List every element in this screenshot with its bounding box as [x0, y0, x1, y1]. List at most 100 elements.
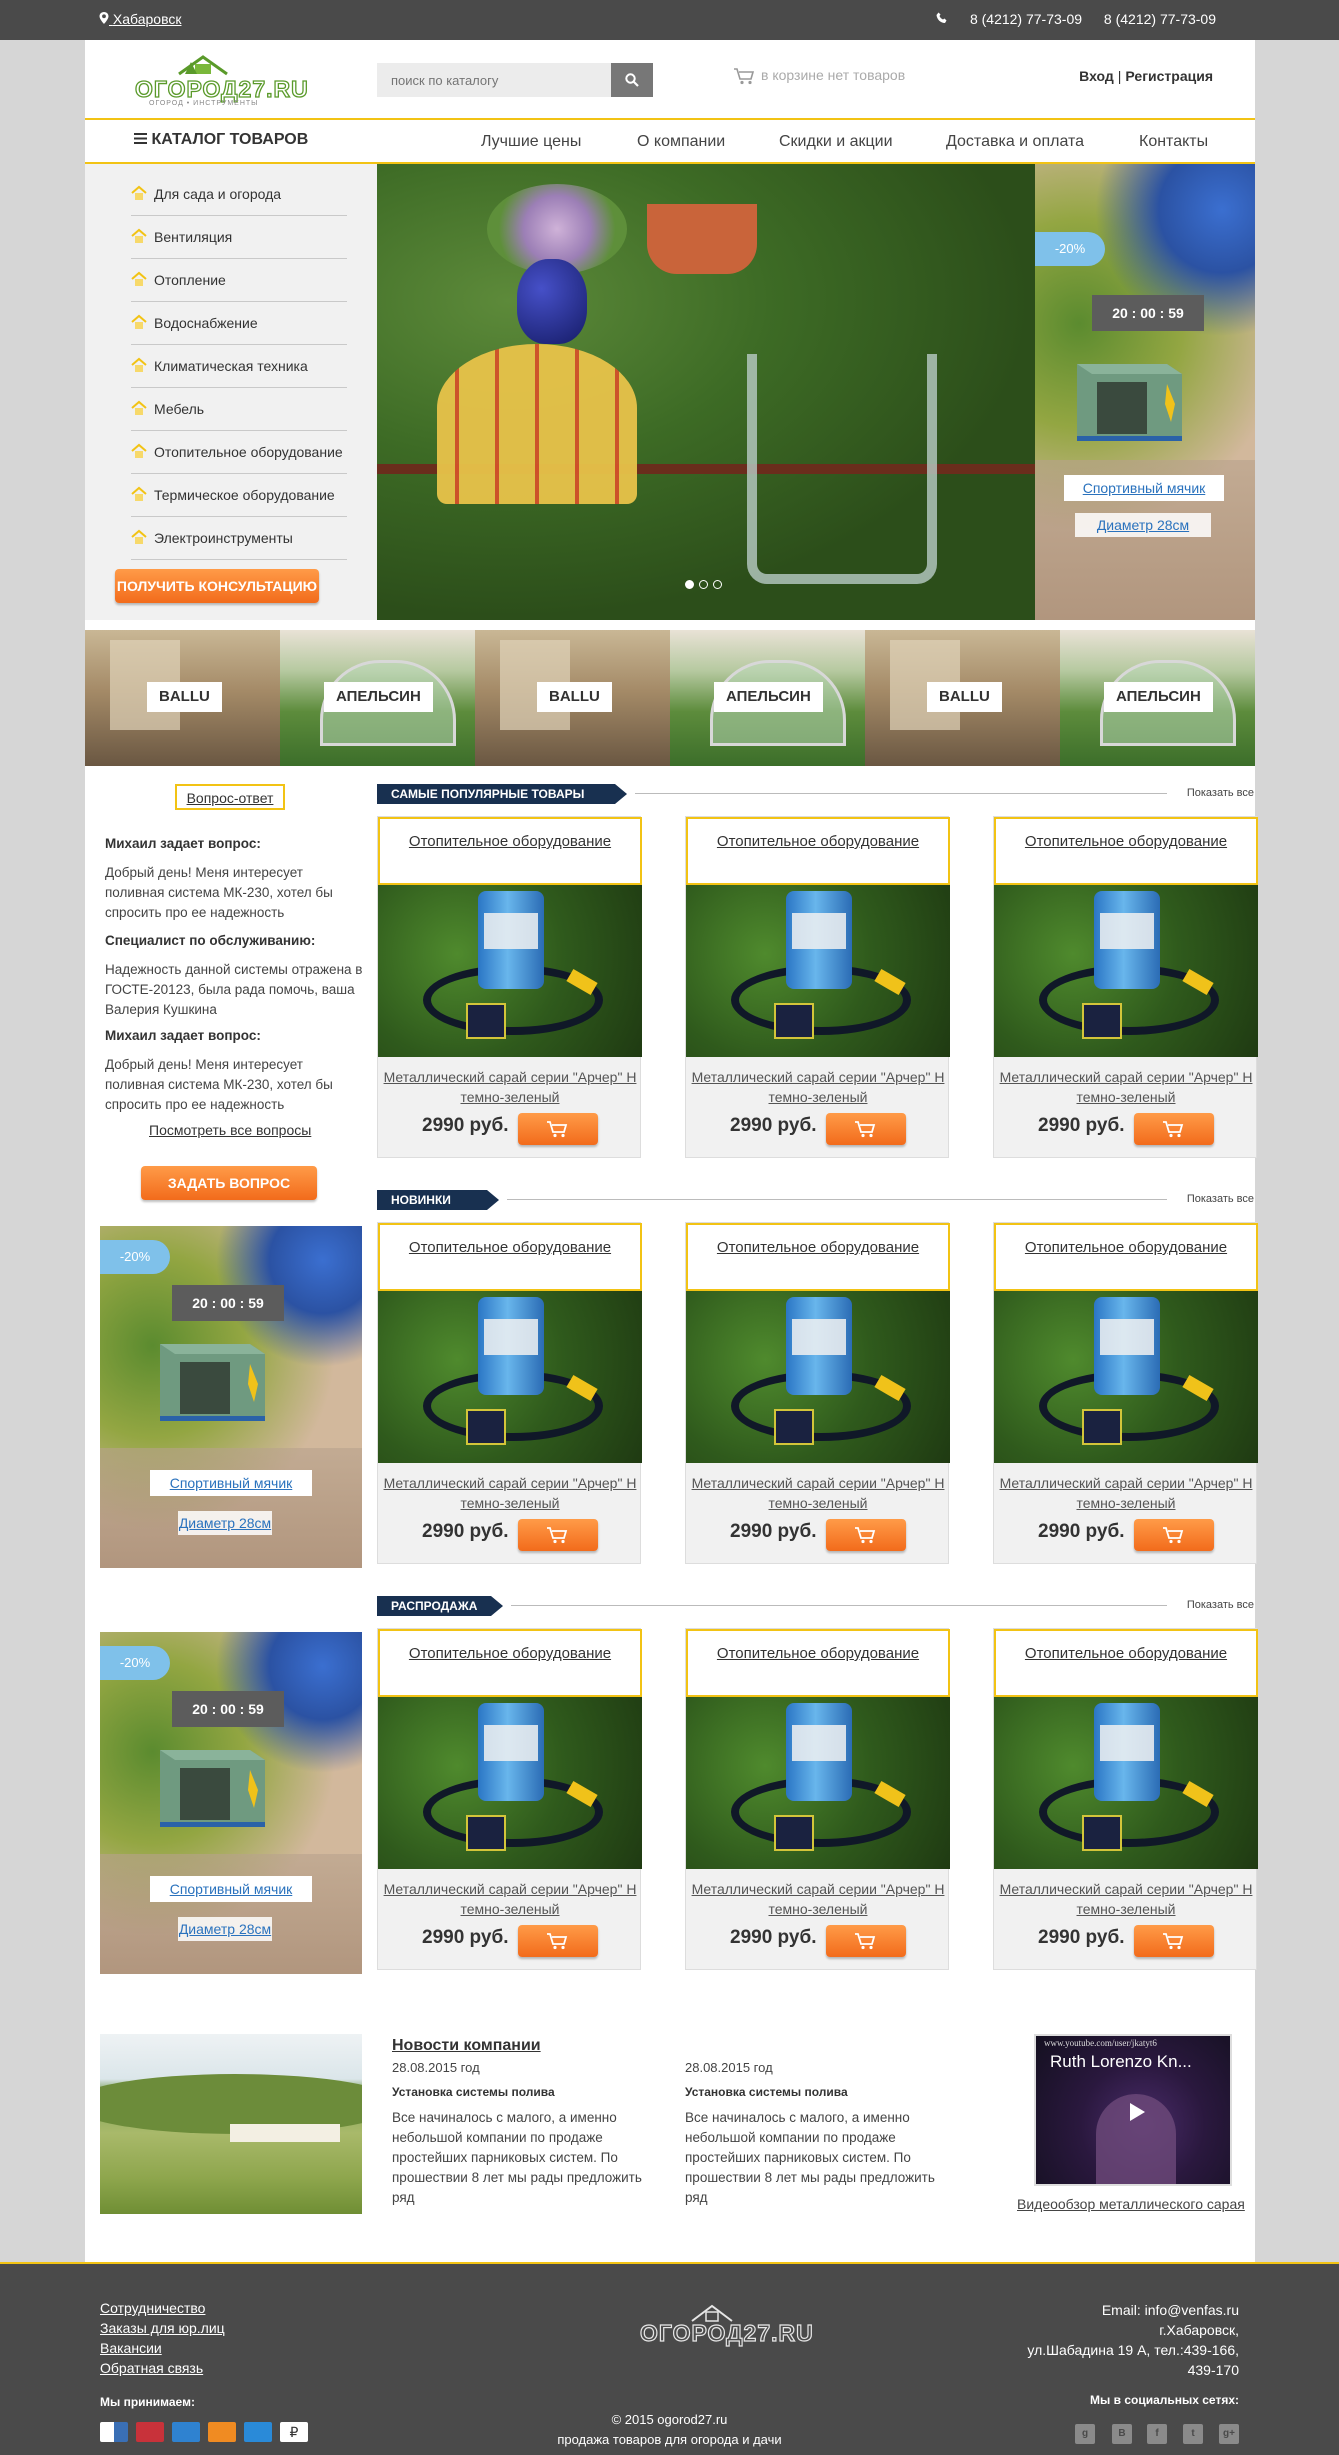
vkontakte-icon[interactable]: В: [1112, 2424, 1132, 2444]
promo-product-label[interactable]: Спортивный мячик: [150, 1876, 312, 1902]
catalog-menu-button[interactable]: КАТАЛОГ ТОВАРОВ: [134, 131, 308, 149]
product-card[interactable]: Отопительное оборудование Металлический с…: [993, 1222, 1258, 1564]
product-card[interactable]: Отопительное оборудование Металлический с…: [377, 816, 642, 1158]
product-category[interactable]: Отопительное оборудование: [378, 1223, 642, 1291]
add-to-cart-button[interactable]: [1134, 1519, 1214, 1551]
product-image[interactable]: [686, 1291, 950, 1463]
product-category[interactable]: Отопительное оборудование: [378, 1629, 642, 1697]
product-category[interactable]: Отопительное оборудование: [686, 1629, 950, 1697]
city-name[interactable]: Хабаровск: [113, 11, 182, 27]
google-plus-icon[interactable]: g+: [1219, 2424, 1239, 2444]
brand-tile[interactable]: BALLU: [865, 630, 1060, 766]
twitter-icon[interactable]: t: [1183, 2424, 1203, 2444]
promo-card[interactable]: -20% 20 : 00 : 59 Спортивный мячик Диаме…: [100, 1632, 362, 1974]
nav-item-about[interactable]: О компании: [637, 133, 725, 151]
promo-diameter-label[interactable]: Диаметр 28см: [178, 1917, 272, 1941]
show-all-link[interactable]: Показать все: [1187, 1193, 1254, 1205]
promo-card[interactable]: -20% 20 : 00 : 59 Спортивный мячик Диаме…: [1035, 164, 1255, 620]
nav-item-contacts[interactable]: Контакты: [1139, 133, 1208, 151]
phone-1[interactable]: 8 (4212) 77-73-09: [970, 11, 1082, 27]
product-name[interactable]: Металлический сарай серии "Арчер" Н темн…: [994, 1879, 1258, 1919]
promo-product-label[interactable]: Спортивный мячик: [150, 1470, 312, 1496]
play-icon[interactable]: [1122, 2098, 1150, 2126]
search-input[interactable]: [377, 63, 611, 97]
product-category[interactable]: Отопительное оборудование: [686, 1223, 950, 1291]
show-all-link[interactable]: Показать все: [1187, 787, 1254, 799]
add-to-cart-button[interactable]: [1134, 1925, 1214, 1957]
all-questions-link[interactable]: Посмотреть все вопросы: [149, 1122, 311, 1138]
product-image[interactable]: [994, 1291, 1258, 1463]
promo-diameter-label[interactable]: Диаметр 28см: [1075, 513, 1211, 537]
product-category[interactable]: Отопительное оборудование: [378, 817, 642, 885]
nav-item-delivery[interactable]: Доставка и оплата: [946, 133, 1084, 151]
news-headline[interactable]: Установка системы полива: [392, 2085, 657, 2099]
add-to-cart-button[interactable]: [1134, 1113, 1214, 1145]
brand-tile[interactable]: АПЕЛЬСИН: [1060, 630, 1255, 766]
news-headline[interactable]: Установка системы полива: [685, 2085, 950, 2099]
add-to-cart-button[interactable]: [518, 1925, 598, 1957]
product-category[interactable]: Отопительное оборудование: [994, 817, 1258, 885]
add-to-cart-button[interactable]: [826, 1519, 906, 1551]
consultation-button[interactable]: ПОЛУЧИТЬ КОНСУЛЬТАЦИЮ: [115, 569, 319, 603]
product-card[interactable]: Отопительное оборудование Металлический с…: [377, 1222, 642, 1564]
product-image[interactable]: [994, 1697, 1258, 1869]
brand-tile[interactable]: АПЕЛЬСИН: [670, 630, 865, 766]
product-image[interactable]: [994, 885, 1258, 1057]
product-image[interactable]: [686, 1697, 950, 1869]
product-card[interactable]: Отопительное оборудование Металлический с…: [993, 816, 1258, 1158]
add-to-cart-button[interactable]: [826, 1925, 906, 1957]
nav-item-discounts[interactable]: Скидки и акции: [779, 133, 893, 151]
news-title[interactable]: Новости компании: [392, 2037, 541, 2055]
product-image[interactable]: [378, 1697, 642, 1869]
category-item[interactable]: Отопление: [131, 259, 347, 302]
footer-email[interactable]: Email: info@venfas.ru: [1027, 2300, 1239, 2320]
video-caption[interactable]: Видеообзор металлического сарая: [1017, 2196, 1245, 2212]
qa-title[interactable]: Вопрос-ответ: [175, 784, 285, 810]
product-image[interactable]: [378, 1291, 642, 1463]
hero-slider[interactable]: [377, 164, 1035, 620]
footer-link-vacancies[interactable]: Вакансии: [100, 2340, 162, 2356]
news-image[interactable]: [100, 2034, 362, 2214]
slider-dot[interactable]: [699, 580, 708, 589]
product-card[interactable]: Отопительное оборудование Металлический с…: [993, 1628, 1258, 1970]
cart[interactable]: в корзине нет товаров: [733, 67, 905, 85]
nav-item-best-prices[interactable]: Лучшие цены: [481, 133, 581, 151]
slider-dot[interactable]: [685, 580, 694, 589]
odnoklassniki-icon[interactable]: g: [1075, 2424, 1095, 2444]
product-name[interactable]: Металлический сарай серии "Арчер" Н темн…: [686, 1879, 950, 1919]
site-logo[interactable]: ОГОРОД27.RU ОГОРОД • ИНСТРУМЕНТЫ: [134, 54, 308, 107]
add-to-cart-button[interactable]: [518, 1113, 598, 1145]
product-name[interactable]: Металлический сарай серии "Арчер" Н темн…: [686, 1473, 950, 1513]
product-card[interactable]: Отопительное оборудование Металлический с…: [377, 1628, 642, 1970]
footer-link-cooperation[interactable]: Сотрудничество: [100, 2300, 205, 2316]
brand-tile[interactable]: BALLU: [85, 630, 280, 766]
promo-product-label[interactable]: Спортивный мячик: [1064, 475, 1224, 501]
promo-card[interactable]: -20% 20 : 00 : 59 Спортивный мячик Диаме…: [100, 1226, 362, 1568]
add-to-cart-button[interactable]: [826, 1113, 906, 1145]
category-item[interactable]: Для сада и огорода: [131, 173, 347, 216]
video-player[interactable]: www.youtube.com/user/jkatyt6 Ruth Lorenz…: [1034, 2034, 1232, 2186]
product-card[interactable]: Отопительное оборудование Металлический с…: [685, 1628, 950, 1970]
product-card[interactable]: Отопительное оборудование Металлический с…: [685, 1222, 950, 1564]
product-image[interactable]: [686, 885, 950, 1057]
product-name[interactable]: Металлический сарай серии "Арчер" Н темн…: [378, 1879, 642, 1919]
show-all-link[interactable]: Показать все: [1187, 1599, 1254, 1611]
product-name[interactable]: Металлический сарай серии "Арчер" Н темн…: [378, 1067, 642, 1107]
category-item[interactable]: Термическое оборудование: [131, 474, 347, 517]
product-image[interactable]: [378, 885, 642, 1057]
phone-2[interactable]: 8 (4212) 77-73-09: [1104, 11, 1216, 27]
product-name[interactable]: Металлический сарай серии "Арчер" Н темн…: [686, 1067, 950, 1107]
brand-tile[interactable]: BALLU: [475, 630, 670, 766]
ask-question-button[interactable]: ЗАДАТЬ ВОПРОС: [141, 1166, 317, 1200]
footer-link-corporate[interactable]: Заказы для юр.лиц: [100, 2320, 225, 2336]
add-to-cart-button[interactable]: [518, 1519, 598, 1551]
product-name[interactable]: Металлический сарай серии "Арчер" Н темн…: [994, 1067, 1258, 1107]
slider-dot[interactable]: [713, 580, 722, 589]
category-item[interactable]: Отопительное оборудование: [131, 431, 347, 474]
category-item[interactable]: Климатическая техника: [131, 345, 347, 388]
login-link[interactable]: Вход: [1079, 68, 1114, 84]
product-name[interactable]: Металлический сарай серии "Арчер" Н темн…: [378, 1473, 642, 1513]
search-button[interactable]: [611, 63, 653, 97]
product-card[interactable]: Отопительное оборудование Металлический с…: [685, 816, 950, 1158]
product-category[interactable]: Отопительное оборудование: [686, 817, 950, 885]
